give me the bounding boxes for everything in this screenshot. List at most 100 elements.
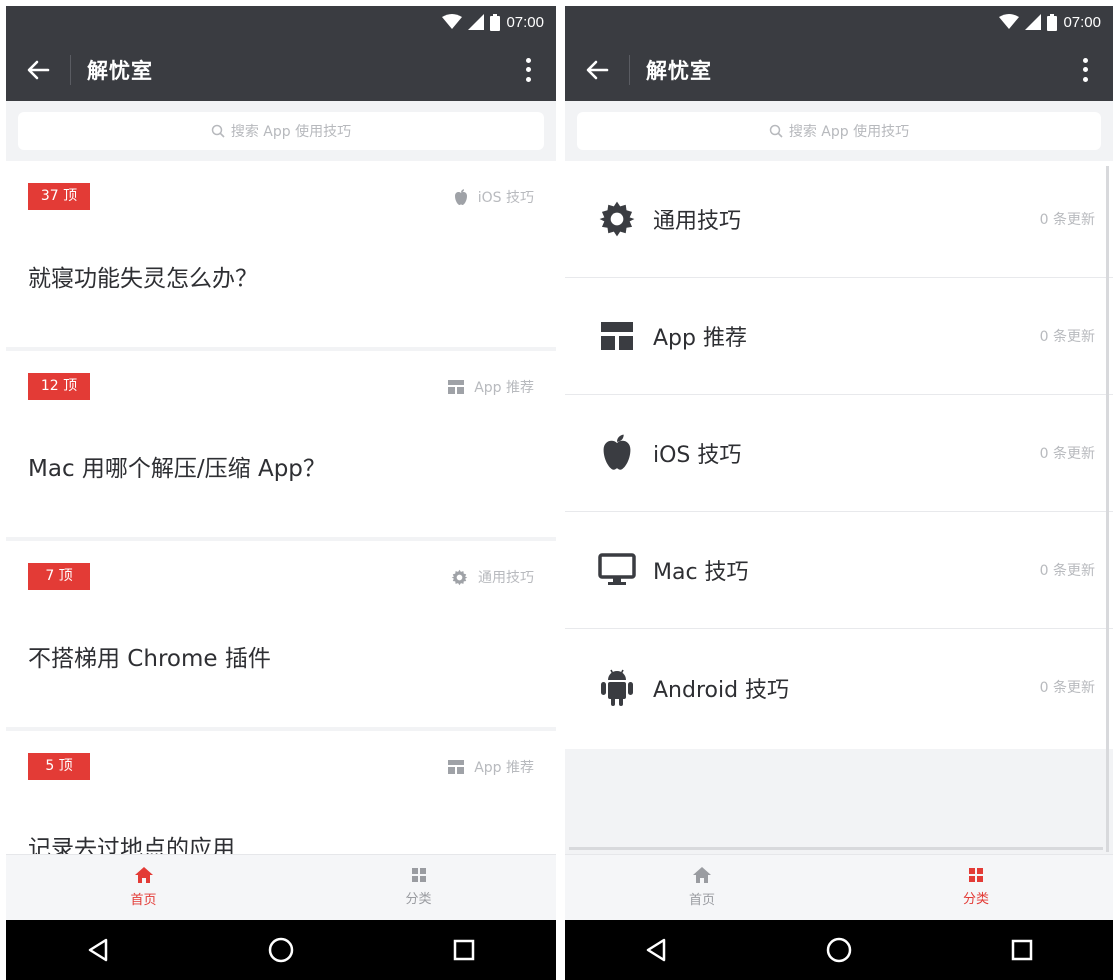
- post-category: 通用技巧: [451, 567, 534, 587]
- more-menu-button[interactable]: [1073, 54, 1097, 86]
- monitor-icon: [598, 553, 636, 585]
- list-item[interactable]: 37 顶 iOS 技巧 就寝功能失灵怎么办？: [6, 161, 556, 347]
- signal-icon: [468, 14, 485, 30]
- nav-back-button[interactable]: [626, 920, 686, 980]
- category-name: Mac 技巧: [653, 560, 749, 585]
- category-update-count: 0 条更新: [1039, 329, 1095, 345]
- appbar-divider: [70, 54, 71, 85]
- square-recents-icon: [1011, 939, 1032, 961]
- gear-icon: [599, 201, 635, 237]
- bottom-tab-bar: 首页 分类: [6, 854, 556, 920]
- post-category: App 推荐: [448, 757, 534, 777]
- category-name: 通用技巧: [653, 209, 742, 234]
- page-title: 解忧室: [646, 58, 712, 83]
- post-list: 37 顶 iOS 技巧 就寝功能失灵怎么办？ 12 顶 App 推荐 Mac 用…: [6, 161, 556, 854]
- battery-icon: [1047, 13, 1058, 31]
- battery-icon: [490, 13, 501, 31]
- post-title: 记录去过地点的应用: [28, 836, 235, 854]
- nav-back-button[interactable]: [68, 920, 128, 980]
- vote-badge: 37 顶: [28, 183, 90, 210]
- search-placeholder: 搜索 App 使用技巧: [788, 124, 910, 140]
- gear-icon: [451, 569, 468, 585]
- post-title: 不搭梯用 Chrome 插件: [28, 646, 271, 672]
- list-item[interactable]: 7 顶 通用技巧 不搭梯用 Chrome 插件: [6, 541, 556, 727]
- app-grid-icon: [601, 322, 633, 350]
- android-nav-bar: [6, 920, 556, 980]
- nav-home-button[interactable]: [251, 920, 311, 980]
- tab-category-label: 分类: [962, 892, 989, 907]
- category-item-android[interactable]: Android 技巧 0 条更新: [565, 629, 1113, 746]
- status-bar: 07:00: [6, 6, 556, 38]
- grid-icon: [411, 868, 426, 882]
- category-update-count: 0 条更新: [1039, 563, 1095, 579]
- search-icon: [769, 124, 783, 138]
- category-name: Android 技巧: [653, 677, 790, 703]
- wifi-icon: [442, 14, 463, 29]
- android-nav-bar: [565, 920, 1113, 980]
- app-grid-icon: [448, 760, 465, 774]
- nav-recents-button[interactable]: [434, 920, 494, 980]
- search-bar: 搜索 App 使用技巧: [565, 101, 1113, 161]
- triangle-back-icon: [647, 938, 666, 962]
- signal-icon: [1025, 14, 1042, 30]
- category-update-count: 0 条更新: [1039, 446, 1095, 462]
- divider: [569, 847, 1103, 850]
- status-time: 07:00: [1063, 13, 1101, 31]
- category-item-app-recommend[interactable]: App 推荐 0 条更新: [565, 278, 1113, 395]
- category-item-mac[interactable]: Mac 技巧 0 条更新: [565, 512, 1113, 629]
- tab-home-label: 首页: [130, 893, 157, 908]
- home-icon: [693, 867, 711, 883]
- triangle-back-icon: [88, 938, 107, 962]
- nav-recents-button[interactable]: [992, 920, 1052, 980]
- tab-category[interactable]: 分类: [281, 855, 556, 920]
- circle-home-icon: [268, 937, 294, 963]
- home-icon: [134, 867, 153, 883]
- category-screen: 07:00 解忧室 搜索 App 使用技巧 通用技巧 0 条更新 App 推荐 …: [565, 6, 1113, 980]
- vote-badge: 12 顶: [28, 373, 90, 400]
- back-button[interactable]: [6, 38, 70, 101]
- arrow-left-icon: [27, 60, 50, 79]
- tab-home[interactable]: 首页: [565, 855, 839, 920]
- category-name: App 推荐: [653, 326, 747, 351]
- post-category-label: iOS 技巧: [477, 190, 534, 206]
- square-recents-icon: [454, 939, 475, 961]
- category-update-count: 0 条更新: [1039, 680, 1095, 696]
- post-category-label: 通用技巧: [478, 570, 534, 586]
- android-icon: [601, 669, 633, 706]
- apple-icon: [454, 188, 467, 205]
- category-list: 通用技巧 0 条更新 App 推荐 0 条更新 iOS 技巧 0 条更新 Mac…: [565, 161, 1113, 749]
- post-title: 就寝功能失灵怎么办？: [28, 266, 258, 292]
- tab-home[interactable]: 首页: [6, 855, 281, 920]
- page-title: 解忧室: [87, 58, 153, 83]
- app-grid-icon: [448, 380, 465, 394]
- wifi-icon: [999, 14, 1020, 29]
- list-item[interactable]: 5 顶 App 推荐 记录去过地点的应用: [6, 731, 556, 854]
- nav-home-button[interactable]: [809, 920, 869, 980]
- back-button[interactable]: [565, 38, 629, 101]
- category-update-count: 0 条更新: [1039, 212, 1095, 228]
- arrow-left-icon: [586, 60, 609, 79]
- tab-category[interactable]: 分类: [839, 855, 1113, 920]
- category-name: iOS 技巧: [653, 443, 742, 468]
- post-category-label: App 推荐: [474, 380, 534, 396]
- app-bar: 解忧室: [565, 38, 1113, 101]
- category-item-ios[interactable]: iOS 技巧 0 条更新: [565, 395, 1113, 512]
- home-screen: 07:00 解忧室 搜索 App 使用技巧 37 顶 iOS 技巧 就寝功能失灵…: [6, 6, 556, 980]
- search-bar: 搜索 App 使用技巧: [6, 101, 556, 161]
- vote-badge: 7 顶: [28, 563, 90, 590]
- list-item[interactable]: 12 顶 App 推荐 Mac 用哪个解压/压缩 App？: [6, 351, 556, 537]
- tab-home-label: 首页: [688, 893, 715, 908]
- status-time: 07:00: [506, 13, 544, 31]
- category-item-general[interactable]: 通用技巧 0 条更新: [565, 161, 1113, 278]
- post-category-label: App 推荐: [474, 760, 534, 776]
- search-placeholder: 搜索 App 使用技巧: [230, 124, 352, 140]
- status-bar: 07:00: [565, 6, 1113, 38]
- tab-category-label: 分类: [405, 892, 432, 907]
- apple-icon: [603, 434, 631, 470]
- search-input[interactable]: 搜索 App 使用技巧: [18, 112, 544, 150]
- vote-badge: 5 顶: [28, 753, 90, 780]
- grid-icon: [969, 868, 983, 882]
- more-menu-button[interactable]: [516, 54, 540, 86]
- scrollbar[interactable]: [1106, 166, 1109, 852]
- search-input[interactable]: 搜索 App 使用技巧: [577, 112, 1101, 150]
